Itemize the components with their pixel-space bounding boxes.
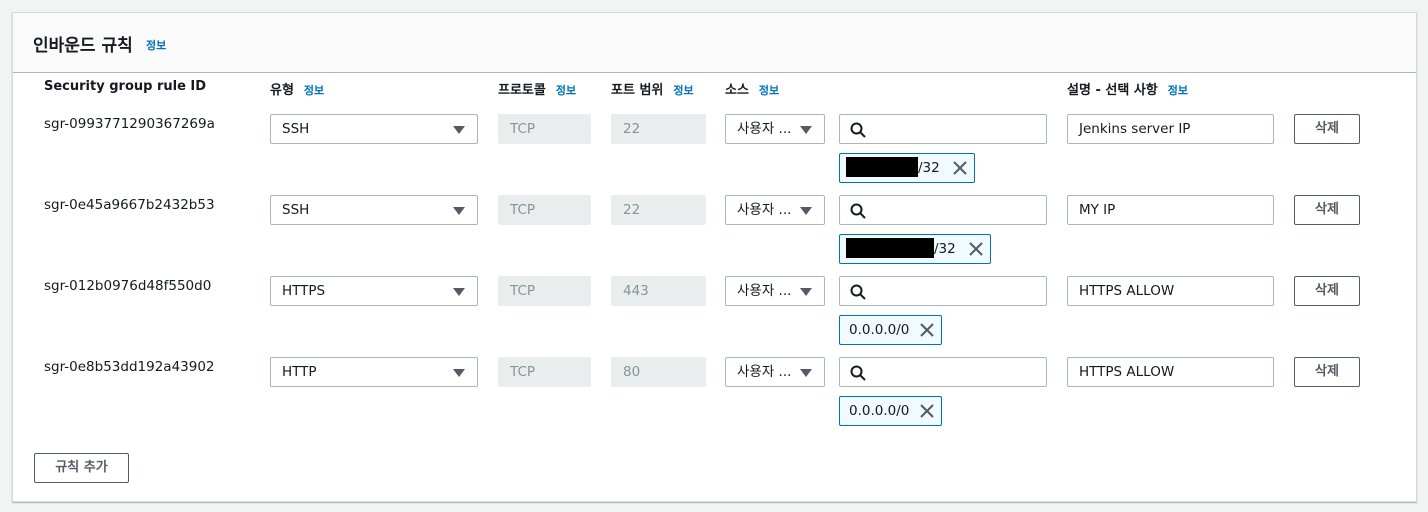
- search-icon: [850, 284, 866, 300]
- close-icon[interactable]: [919, 403, 935, 419]
- source-cidr-token: 0.0.0.0/0: [839, 315, 942, 345]
- column-header-source-label: 소스: [725, 83, 749, 98]
- source-type-select[interactable]: 사용자 ...: [725, 195, 825, 225]
- source-type-value: 사용자 ...: [737, 121, 792, 137]
- description-info-link[interactable]: 정보: [1168, 84, 1188, 97]
- source-search-input[interactable]: [839, 114, 1047, 144]
- type-info-link[interactable]: 정보: [304, 84, 324, 97]
- caret-down-icon: [800, 207, 812, 215]
- protocol-info-link[interactable]: 정보: [556, 84, 576, 97]
- panel-header: 인바운드 규칙 정보: [13, 13, 1416, 73]
- source-type-value: 사용자 ...: [737, 202, 792, 218]
- protocol-field: TCP: [498, 114, 591, 144]
- add-rule-button[interactable]: 규칙 추가: [34, 453, 129, 483]
- type-select[interactable]: HTTPS: [270, 276, 478, 306]
- rule-id: sgr-012b0976d48f550d0: [44, 278, 212, 294]
- close-icon[interactable]: [968, 241, 984, 257]
- source-cidr-token: /32: [839, 153, 975, 183]
- rule-id: sgr-0e8b53dd192a43902: [44, 359, 215, 375]
- type-select[interactable]: HTTP: [270, 357, 478, 387]
- protocol-field: TCP: [498, 195, 591, 225]
- description-input[interactable]: HTTPS ALLOW: [1067, 276, 1274, 306]
- source-search-input[interactable]: [839, 276, 1047, 306]
- delete-rule-button[interactable]: 삭제: [1294, 195, 1360, 225]
- caret-down-icon: [453, 369, 465, 377]
- port-range-field: 80: [611, 357, 706, 387]
- protocol-field: TCP: [498, 357, 591, 387]
- cidr-suffix: /32: [934, 241, 956, 257]
- column-header-port-range: 포트 범위 정보: [611, 79, 694, 98]
- source-type-select[interactable]: 사용자 ...: [725, 276, 825, 306]
- type-select-value: HTTPS: [282, 283, 326, 299]
- rule-id: sgr-0e45a9667b2432b53: [44, 197, 215, 213]
- panel-title: 인바운드 규칙: [33, 36, 133, 56]
- redacted-ip: [846, 156, 918, 177]
- search-icon: [850, 203, 866, 219]
- column-header-rule-id-label: Security group rule ID: [44, 79, 207, 94]
- caret-down-icon: [453, 207, 465, 215]
- column-header-type-label: 유형: [270, 83, 294, 98]
- source-cidr-token: /32: [839, 234, 991, 264]
- type-select[interactable]: SSH: [270, 195, 478, 225]
- title-info-link[interactable]: 정보: [146, 37, 166, 53]
- source-search-input[interactable]: [839, 195, 1047, 225]
- column-header-description: 설명 - 선택 사항 정보: [1067, 79, 1188, 98]
- cidr-value: 0.0.0.0/0: [849, 403, 910, 419]
- rule-id: sgr-0993771290367269a: [44, 116, 215, 132]
- source-cidr-token: 0.0.0.0/0: [839, 396, 942, 426]
- source-type-value: 사용자 ...: [737, 364, 792, 380]
- caret-down-icon: [800, 288, 812, 296]
- delete-rule-button[interactable]: 삭제: [1294, 114, 1360, 144]
- port-range-field: 22: [611, 114, 706, 144]
- type-select-value: SSH: [282, 202, 310, 218]
- column-header-protocol: 프로토콜 정보: [498, 79, 576, 98]
- inbound-rules-panel: 인바운드 규칙 정보 Security group rule ID 유형 정보 프…: [12, 12, 1417, 502]
- search-icon: [850, 365, 866, 381]
- port-range-field: 443: [611, 276, 706, 306]
- description-input[interactable]: Jenkins server IP: [1067, 114, 1274, 144]
- delete-rule-button[interactable]: 삭제: [1294, 357, 1360, 387]
- close-icon[interactable]: [952, 160, 968, 176]
- redacted-ip: [846, 237, 934, 258]
- type-select-value: HTTP: [282, 364, 317, 380]
- protocol-field: TCP: [498, 276, 591, 306]
- source-search-input[interactable]: [839, 357, 1047, 387]
- caret-down-icon: [453, 126, 465, 134]
- type-select[interactable]: SSH: [270, 114, 478, 144]
- search-icon: [850, 122, 866, 138]
- source-type-value: 사용자 ...: [737, 283, 792, 299]
- description-input[interactable]: MY IP: [1067, 195, 1274, 225]
- column-header-description-label: 설명 - 선택 사항: [1067, 83, 1158, 98]
- cidr-value: 0.0.0.0/0: [849, 322, 910, 338]
- column-header-type: 유형 정보: [270, 79, 324, 98]
- description-input[interactable]: HTTPS ALLOW: [1067, 357, 1274, 387]
- type-select-value: SSH: [282, 121, 310, 137]
- caret-down-icon: [800, 369, 812, 377]
- column-header-protocol-label: 프로토콜: [498, 83, 546, 98]
- port-range-field: 22: [611, 195, 706, 225]
- cidr-suffix: /32: [918, 160, 940, 176]
- delete-rule-button[interactable]: 삭제: [1294, 276, 1360, 306]
- column-header-port-range-label: 포트 범위: [611, 83, 664, 98]
- caret-down-icon: [800, 126, 812, 134]
- source-type-select[interactable]: 사용자 ...: [725, 357, 825, 387]
- column-header-rule-id: Security group rule ID: [44, 79, 206, 94]
- close-icon[interactable]: [919, 322, 935, 338]
- caret-down-icon: [453, 288, 465, 296]
- port-range-info-link[interactable]: 정보: [673, 84, 693, 97]
- column-header-source: 소스 정보: [725, 79, 779, 98]
- source-type-select[interactable]: 사용자 ...: [725, 114, 825, 144]
- source-info-link[interactable]: 정보: [759, 84, 779, 97]
